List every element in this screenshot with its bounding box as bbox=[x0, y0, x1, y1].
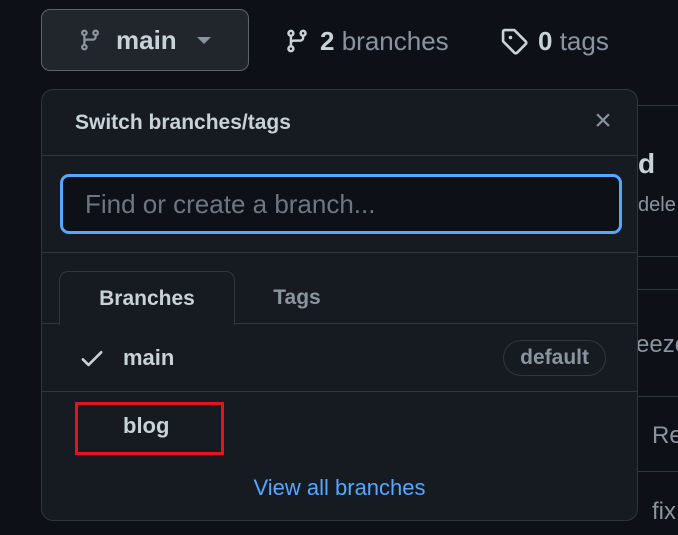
view-all-branches-link[interactable]: View all branches bbox=[42, 475, 637, 501]
background-text: eezo bbox=[636, 331, 678, 358]
tab-tags[interactable]: Tags bbox=[242, 271, 352, 325]
branch-name: blog bbox=[123, 413, 170, 438]
tag-icon bbox=[501, 28, 528, 55]
background-text: d bbox=[638, 148, 656, 179]
popup-header: Switch branches/tags × bbox=[42, 90, 637, 156]
branches-count: 2 bbox=[320, 25, 335, 56]
branch-item-main[interactable]: main default bbox=[42, 324, 637, 392]
branch-switcher-popup: Switch branches/tags × Branches Tags mai… bbox=[41, 89, 638, 521]
close-icon[interactable]: × bbox=[591, 106, 615, 136]
git-branch-icon bbox=[287, 29, 307, 53]
git-branch-icon bbox=[80, 29, 99, 51]
branch-name: main bbox=[123, 344, 175, 370]
tags-count: 0 bbox=[538, 25, 553, 56]
branches-link[interactable]: 2 branches bbox=[284, 22, 449, 60]
background-text: dele bbox=[638, 194, 676, 216]
branch-select-button[interactable]: main bbox=[41, 9, 249, 71]
branches-label: branches bbox=[341, 25, 449, 56]
branch-item-blog[interactable]: blog bbox=[42, 392, 637, 460]
default-badge: default bbox=[503, 340, 606, 376]
check-icon bbox=[81, 351, 103, 367]
branch-search-input[interactable] bbox=[60, 174, 622, 234]
popup-title: Switch branches/tags bbox=[75, 110, 291, 134]
tab-branches[interactable]: Branches bbox=[59, 271, 235, 325]
tab-bar: Branches Tags bbox=[42, 253, 637, 325]
tags-link[interactable]: 0 tags bbox=[500, 22, 609, 60]
caret-down-icon bbox=[196, 36, 211, 44]
tags-label: tags bbox=[559, 25, 609, 56]
current-branch-label: main bbox=[116, 24, 177, 55]
background-text: Re bbox=[652, 422, 678, 449]
